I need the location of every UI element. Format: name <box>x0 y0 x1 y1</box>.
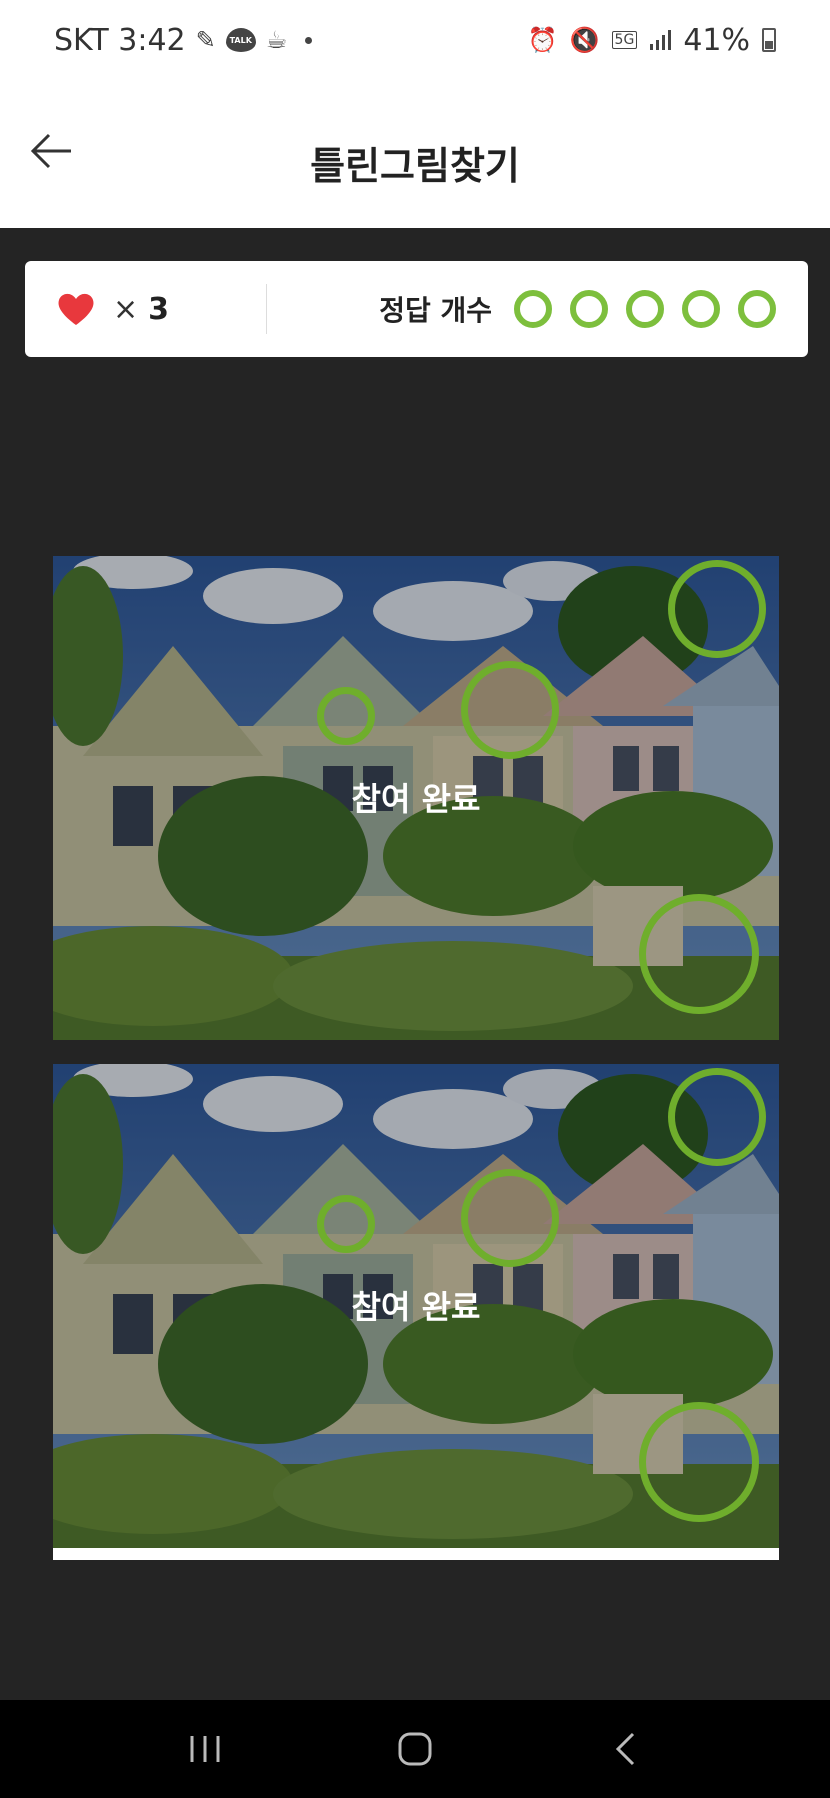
answer-found-indicator <box>626 290 664 328</box>
status-time: SKT 3:42 <box>54 22 186 58</box>
notification-dot-icon <box>305 36 313 44</box>
answers-counter: 정답 개수 <box>379 289 776 329</box>
home-icon <box>398 1732 432 1766</box>
found-difference-marker <box>668 560 766 658</box>
modified-picture[interactable]: 참여 완료 <box>53 1064 779 1548</box>
found-difference-marker <box>639 1402 759 1522</box>
lives-count: 3 <box>148 291 170 327</box>
system-nav-bar <box>0 1700 830 1798</box>
feather-icon: ✎ <box>195 26 216 54</box>
completed-label: 참여 완료 <box>351 1288 481 1326</box>
found-difference-marker <box>461 1169 559 1267</box>
answer-found-indicator <box>738 290 776 328</box>
answer-found-indicator <box>682 290 720 328</box>
battery-percent: 41% <box>683 22 750 58</box>
recent-apps-icon <box>190 1736 220 1762</box>
found-difference-marker <box>317 1195 375 1253</box>
lives-counter: × 3 <box>57 284 267 334</box>
recent-apps-button[interactable] <box>175 1719 235 1779</box>
found-difference-marker <box>461 661 559 759</box>
network-badge: 5G <box>611 31 638 49</box>
home-button[interactable] <box>385 1719 445 1779</box>
found-difference-marker <box>668 1068 766 1166</box>
times-symbol: × <box>113 291 139 327</box>
found-difference-marker <box>639 894 759 1014</box>
picture-divider <box>53 1548 779 1560</box>
heart-icon <box>58 293 94 325</box>
battery-icon <box>762 28 776 52</box>
found-difference-marker <box>317 687 375 745</box>
system-back-button[interactable] <box>595 1719 655 1779</box>
mute-icon: 🔇 <box>569 26 600 54</box>
page-title: 틀린그림찾기 <box>310 144 520 188</box>
score-card: × 3 정답 개수 <box>25 261 808 357</box>
app-header: 틀린그림찾기 <box>0 80 830 228</box>
original-picture[interactable]: 참여 완료 <box>53 556 779 1040</box>
signal-icon <box>649 29 672 51</box>
talk-icon: TALK <box>225 28 256 52</box>
completed-label: 참여 완료 <box>351 780 481 818</box>
chevron-left-icon <box>615 1732 635 1766</box>
alarm-icon: ⏰ <box>527 26 558 54</box>
answers-label: 정답 개수 <box>379 294 492 327</box>
cup-icon: ☕ <box>265 26 288 54</box>
answer-found-indicator <box>570 290 608 328</box>
status-bar: SKT 3:42 ✎ TALK ☕ ⏰ 🔇 5G 41% <box>0 0 830 80</box>
answer-found-indicator <box>514 290 552 328</box>
